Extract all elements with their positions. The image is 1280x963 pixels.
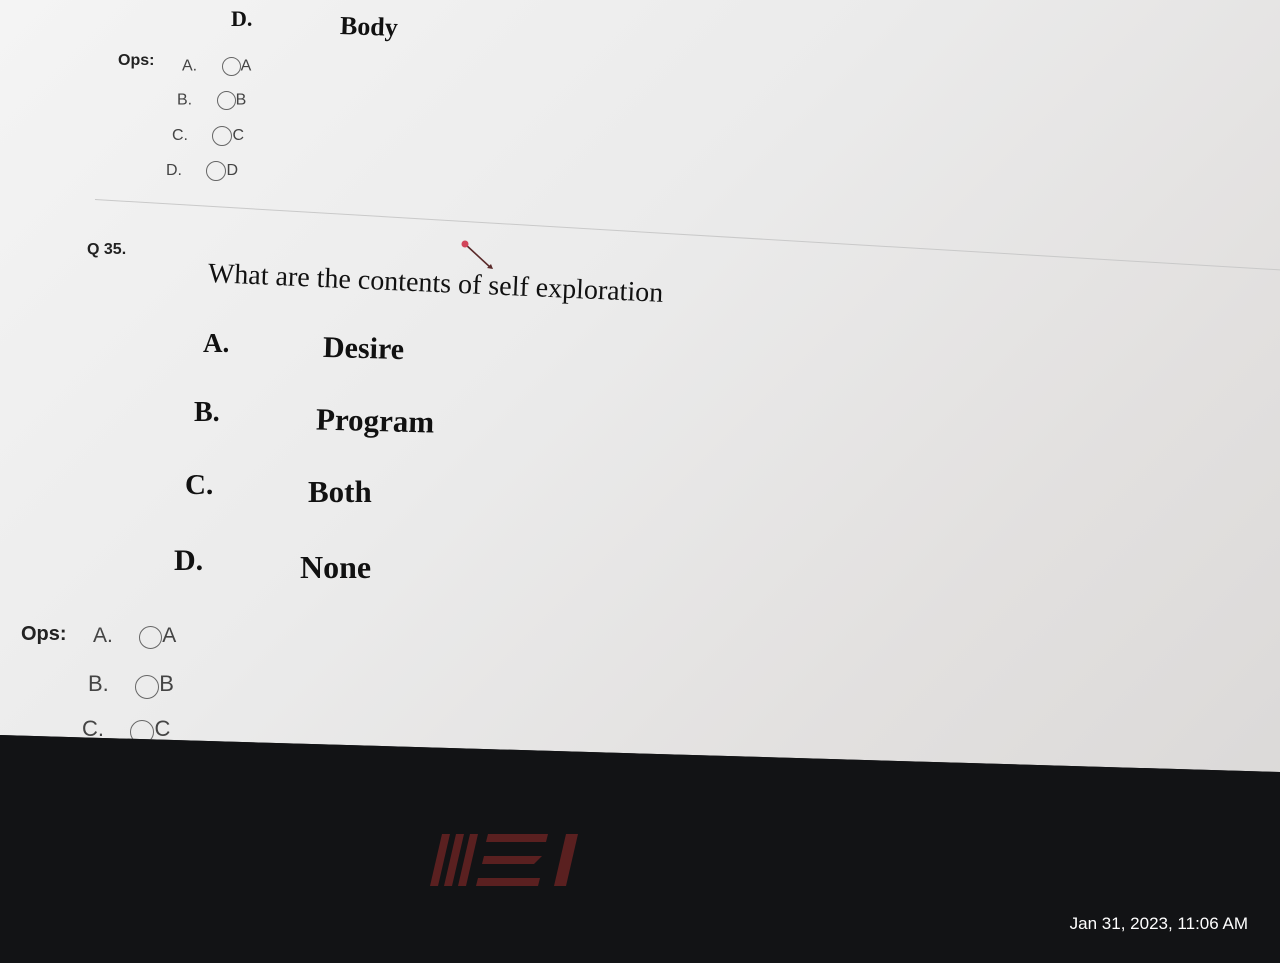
choice-value: B xyxy=(159,671,174,696)
radio-button[interactable] xyxy=(139,626,163,650)
option-b-letter: B. xyxy=(194,397,220,428)
radio-button[interactable] xyxy=(212,126,233,146)
choice-value: A xyxy=(162,624,177,647)
radio-button[interactable] xyxy=(206,161,227,181)
radio-button[interactable] xyxy=(221,57,241,76)
prev-ops-label: Ops: xyxy=(118,52,155,69)
choice-letter: D. xyxy=(166,162,182,180)
prev-ops-choice-c[interactable]: C. C xyxy=(172,126,244,146)
ops-choice-a[interactable]: A. A xyxy=(93,624,177,650)
choice-letter: C. xyxy=(82,716,104,741)
option-a-text: Desire xyxy=(322,330,405,367)
mouse-pointer-icon xyxy=(461,240,493,269)
choice-value: C xyxy=(232,127,245,145)
prev-ops-choice-b[interactable]: B. B xyxy=(177,91,246,110)
radio-button[interactable] xyxy=(216,91,236,110)
prev-option-d-letter: D. xyxy=(231,6,253,31)
choice-letter: B. xyxy=(177,91,193,109)
option-a-letter: A. xyxy=(203,328,230,358)
choice-letter: B. xyxy=(88,671,109,696)
ops-choice-b[interactable]: B. B xyxy=(88,671,174,699)
option-d-text: None xyxy=(300,549,372,585)
choice-letter: C. xyxy=(172,127,188,145)
choice-value: C xyxy=(154,716,171,741)
option-b-text: Program xyxy=(315,401,435,440)
prev-option-d-text: Body xyxy=(339,11,399,43)
prev-ops-choice-d[interactable]: D. D xyxy=(166,161,238,181)
option-c-letter: C. xyxy=(185,469,214,501)
radio-button[interactable] xyxy=(135,674,160,699)
option-c-text: Both xyxy=(308,474,372,509)
question-number: Q 35. xyxy=(87,241,127,258)
photo-timestamp: Jan 31, 2023, 11:06 AM xyxy=(1069,914,1248,933)
question-text: What are the contents of self exploratio… xyxy=(207,258,664,309)
choice-letter: A. xyxy=(182,57,198,75)
choice-value: A xyxy=(240,57,252,75)
choice-letter: A. xyxy=(93,624,113,647)
prev-ops-choice-a[interactable]: A. A xyxy=(182,57,251,76)
ops-label: Ops: xyxy=(21,623,67,645)
choice-value: B xyxy=(235,91,247,109)
msi-logo xyxy=(430,834,578,886)
choice-value: D xyxy=(226,162,239,180)
option-d-letter: D. xyxy=(174,544,204,577)
